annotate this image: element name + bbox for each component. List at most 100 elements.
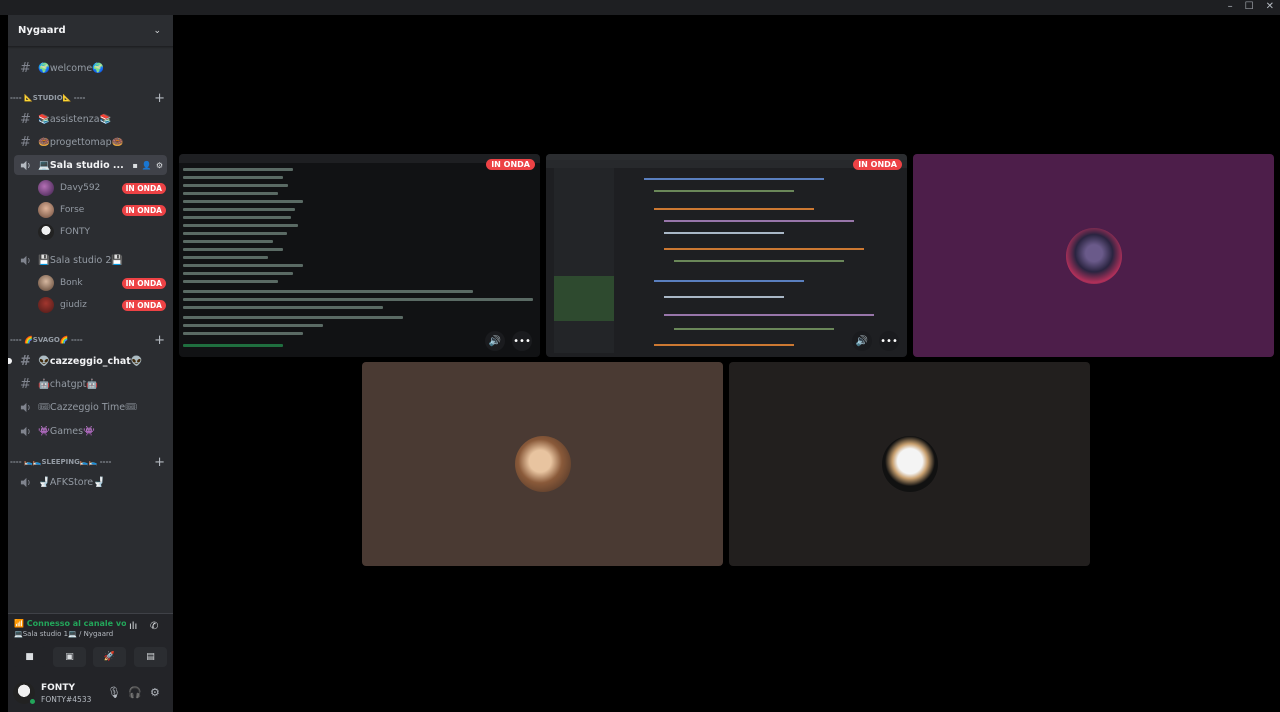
user-tag: FONTY#4533: [41, 695, 92, 704]
channel-label: 🚽AFKStore🚽: [38, 476, 105, 488]
voice-channel-afkstore[interactable]: 🚽AFKStore🚽: [14, 472, 167, 492]
stream-tile-2[interactable]: IN ONDA 🔊 •••: [546, 154, 907, 357]
category-label: ---- 🛌🛌SLEEPING🛌🛌 ----: [10, 458, 112, 466]
avatar: [38, 224, 54, 240]
channel-label: 🍩progettomap🍩: [38, 136, 124, 148]
chat-icon[interactable]: ▪: [132, 161, 137, 170]
soundboard-button[interactable]: ▤: [134, 647, 167, 667]
voice-user-fonty[interactable]: FONTY: [38, 222, 166, 242]
live-badge: IN ONDA: [121, 299, 166, 311]
stream-volume-button[interactable]: 🔊: [485, 331, 505, 351]
speaker-icon: [20, 160, 38, 171]
unread-indicator: [8, 358, 12, 364]
channel-label: 💻Sala studio ...: [38, 159, 124, 171]
camera-icon: ■: [25, 652, 34, 662]
speaker-icon: [20, 426, 38, 437]
participant-tile-davy592[interactable]: [913, 154, 1274, 357]
add-channel-icon[interactable]: +: [154, 333, 165, 348]
stream-more-button[interactable]: •••: [512, 331, 532, 351]
live-badge: IN ONDA: [121, 204, 166, 216]
stream-more-button[interactable]: •••: [879, 331, 899, 351]
user-name: FONTY: [41, 683, 75, 693]
voice-channel-cazzeggio-time[interactable]: 🎟Cazzeggio Time🎟: [14, 397, 167, 417]
text-channel-icon: #: [20, 60, 31, 76]
live-badge: IN ONDA: [121, 182, 166, 194]
avatar: [38, 202, 54, 218]
speaker-icon: [20, 477, 38, 488]
channel-label: 🎟Cazzeggio Time🎟: [38, 401, 138, 413]
channel-label: 👽cazzeggio_chat👽: [38, 355, 143, 367]
maximize-button[interactable]: ☐: [1245, 1, 1254, 13]
activities-button[interactable]: 🚀: [93, 647, 126, 667]
speaker-icon: [20, 255, 38, 266]
channel-cazzeggio-chat[interactable]: # 👽cazzeggio_chat👽: [8, 351, 167, 371]
disconnect-icon[interactable]: ✆: [150, 621, 158, 632]
voice-stage: IN ONDA 🔊 ••• IN ONDA 🔊 •••: [173, 15, 1280, 712]
channel-label: 🤖chatgpt🤖: [38, 378, 99, 390]
rocket-icon: 🚀: [103, 652, 116, 662]
avatar: [881, 436, 938, 492]
signal-icon: 📶: [14, 619, 24, 628]
gear-icon[interactable]: ⚙: [156, 161, 163, 170]
avatar: [1065, 227, 1122, 284]
add-channel-icon[interactable]: +: [154, 91, 165, 106]
live-badge: IN ONDA: [121, 277, 166, 289]
volume-icon: 🔊: [855, 335, 869, 347]
channel-welcome[interactable]: # 🌍welcome🌍: [14, 58, 167, 78]
ide-code-editor: [614, 168, 900, 353]
volume-icon: 🔊: [488, 335, 502, 347]
text-channel-icon: #: [20, 376, 31, 392]
avatar: [514, 436, 571, 492]
soundboard-icon: ▤: [146, 652, 155, 662]
online-status-dot: [29, 698, 36, 705]
participant-tile-fonty[interactable]: [729, 362, 1090, 566]
close-button[interactable]: ✕: [1266, 1, 1274, 13]
participant-tile-forse[interactable]: [362, 362, 723, 566]
voice-user-forse[interactable]: Forse IN ONDA: [38, 200, 166, 220]
channel-chatgpt[interactable]: # 🤖chatgpt🤖: [14, 374, 167, 394]
live-badge: IN ONDA: [853, 159, 902, 170]
screen-share-icon: ▣: [65, 652, 74, 662]
text-channel-icon: #: [20, 353, 31, 369]
category-studio[interactable]: ---- 📐STUDIO📐 ---- +: [10, 91, 165, 106]
text-channel-icon: #: [20, 134, 31, 150]
category-svago[interactable]: ---- 🌈SVAGO🌈 ---- +: [10, 333, 165, 348]
live-badge: IN ONDA: [486, 159, 535, 170]
channel-sidebar: Nygaard ⌄ # 🌍welcome🌍 ---- 📐STUDIO📐 ----…: [8, 15, 173, 712]
stream-volume-button[interactable]: 🔊: [852, 331, 872, 351]
channel-progettomap[interactable]: # 🍩progettomap🍩: [14, 132, 167, 152]
voice-user-bonk[interactable]: Bonk IN ONDA: [38, 273, 166, 293]
invite-icon[interactable]: 👤: [142, 161, 152, 170]
avatar: [38, 275, 54, 291]
category-sleeping[interactable]: ---- 🛌🛌SLEEPING🛌🛌 ---- +: [10, 455, 165, 470]
voice-connection-panel: 📶 Connesso al canale vocale 💻Sala studio…: [8, 613, 173, 675]
gear-icon[interactable]: ⚙: [150, 686, 160, 699]
camera-button[interactable]: ■: [13, 647, 46, 667]
microphone-icon[interactable]: 🎙: [107, 686, 121, 699]
avatar: [38, 180, 54, 196]
voice-user-davy592[interactable]: Davy592 IN ONDA: [38, 178, 166, 198]
headphones-icon[interactable]: 🎧: [128, 686, 142, 699]
add-channel-icon[interactable]: +: [154, 455, 165, 470]
server-header[interactable]: Nygaard ⌄: [8, 15, 173, 47]
voice-channel-games[interactable]: 👾Games👾: [14, 421, 167, 441]
screen-share-button[interactable]: ▣: [53, 647, 86, 667]
category-label: ---- 🌈SVAGO🌈 ----: [10, 336, 83, 344]
category-label: ---- 📐STUDIO📐 ----: [10, 94, 86, 102]
minimize-button[interactable]: –: [1228, 1, 1233, 13]
voice-channel-sala-studio-2[interactable]: 💾Sala studio 2💾: [14, 250, 167, 270]
voice-user-name: giudiz: [60, 300, 87, 310]
voice-user-giudiz[interactable]: giudiz IN ONDA: [38, 295, 166, 315]
voice-user-name: Forse: [60, 205, 85, 215]
voice-status[interactable]: 📶 Connesso al canale vocale: [14, 619, 126, 628]
voice-channel-sala-studio-1[interactable]: 💻Sala studio ... ▪ 👤 ⚙: [14, 155, 167, 175]
channel-label: 👾Games👾: [38, 425, 95, 437]
user-panel: FONTY FONTY#4533 🎙 🎧 ⚙: [8, 675, 173, 712]
window-titlebar: – ☐ ✕: [0, 0, 1280, 15]
channel-assistenza[interactable]: # 📚assistenza📚: [14, 109, 167, 129]
voice-user-name: Bonk: [60, 278, 83, 288]
channel-label: 💾Sala studio 2💾: [38, 254, 124, 266]
noise-suppression-icon[interactable]: ılı: [129, 621, 137, 632]
stream-tile-1[interactable]: IN ONDA 🔊 •••: [179, 154, 540, 357]
voice-location[interactable]: 💻Sala studio 1💻 / Nygaard: [14, 630, 113, 638]
